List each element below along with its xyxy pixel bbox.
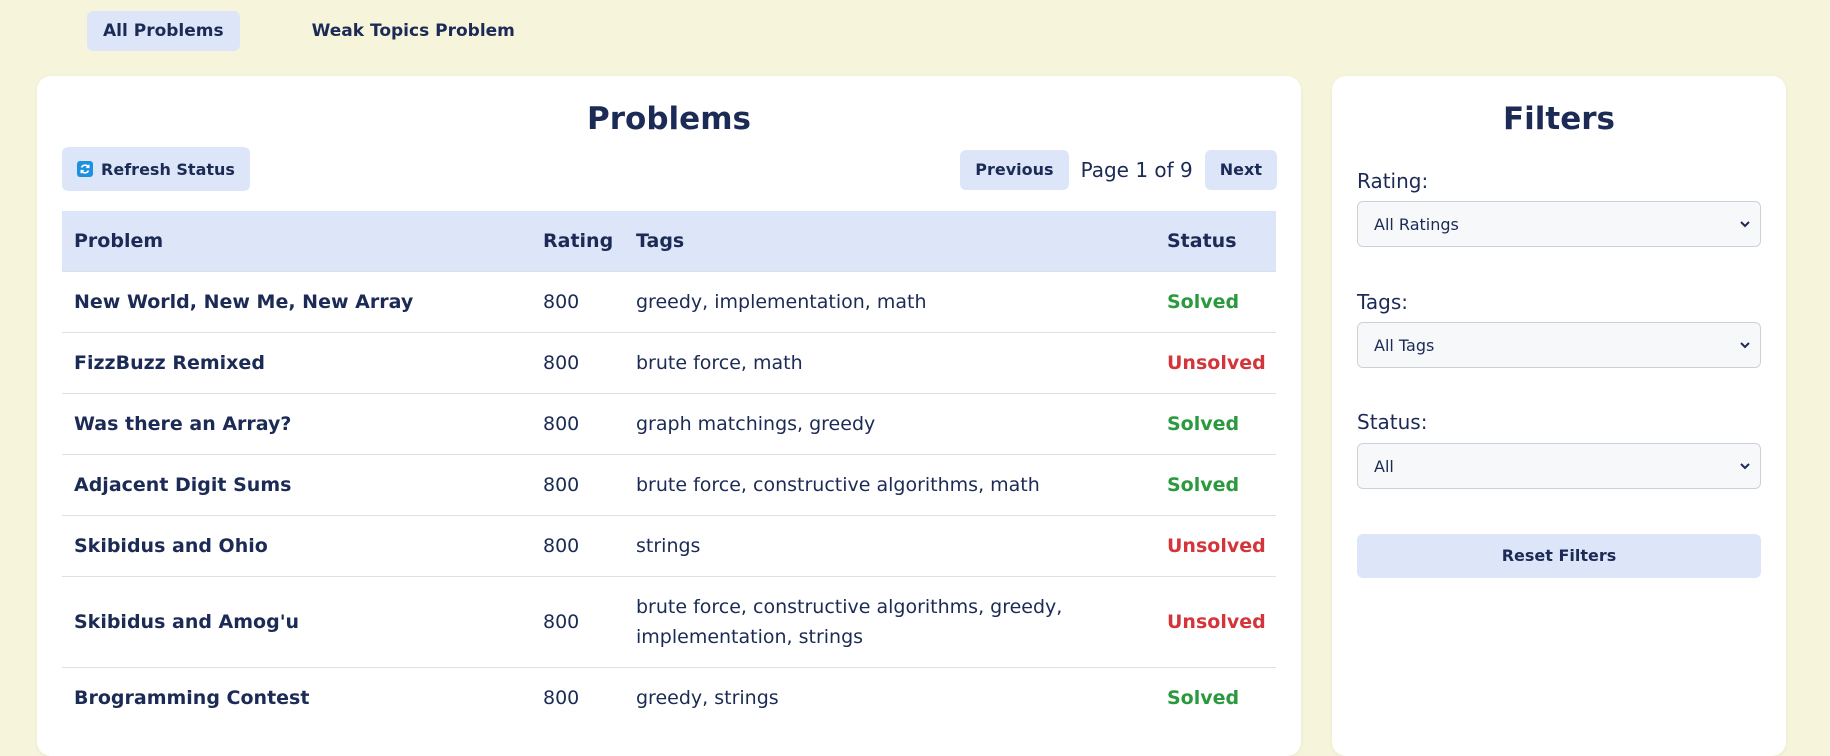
refresh-status-button[interactable]: Refresh Status (62, 147, 250, 191)
filters-panel: Filters Rating: All Ratings Tags: All Ta… (1332, 76, 1786, 756)
status-unsolved: Unsolved (1155, 576, 1276, 668)
problems-title: Problems (587, 101, 751, 137)
refresh-icon (77, 161, 94, 177)
table-row[interactable]: FizzBuzz Remixed 800 brute force, math U… (62, 332, 1276, 394)
table-row[interactable]: New World, New Me, New Array 800 greedy,… (62, 271, 1276, 333)
table-row[interactable]: Brogramming Contest 800 greedy, strings … (62, 667, 1276, 728)
tags-filter-label: Tags: (1357, 290, 1409, 314)
column-header-tags: Tags (624, 211, 1155, 272)
column-header-problem: Problem (62, 211, 531, 272)
status-filter-label: Status: (1357, 410, 1428, 434)
rating-select-value: All Ratings (1374, 214, 1459, 234)
problem-name-link[interactable]: FizzBuzz Remixed (62, 332, 531, 394)
table-row[interactable]: Skibidus and Amog'u 800 brute force, con… (62, 576, 1276, 668)
filters-title: Filters (1502, 101, 1615, 137)
problem-rating: 800 (531, 454, 624, 516)
tab-all-problems[interactable]: All Problems (87, 11, 240, 51)
pagination: Previous Page 1 of 9 Next (960, 150, 1277, 190)
problems-panel: Problems Refresh Status Previous Page 1 … (37, 76, 1301, 756)
column-header-rating: Rating (531, 211, 624, 272)
table-row[interactable]: Was there an Array? 800 graph matchings,… (62, 393, 1276, 455)
problem-tags: greedy, strings (624, 667, 1155, 728)
status-select[interactable]: All (1357, 443, 1761, 489)
refresh-status-label: Refresh Status (101, 159, 235, 179)
problem-tags: greedy, implementation, math (624, 271, 1155, 333)
problem-tags: graph matchings, greedy (624, 393, 1155, 455)
problem-rating: 800 (531, 332, 624, 394)
rating-filter-label: Rating: (1357, 169, 1429, 193)
top-nav: All Problems Weak Topics Problem (87, 11, 531, 51)
problem-name-link[interactable]: Brogramming Contest (62, 667, 531, 728)
column-header-status: Status (1155, 211, 1276, 272)
problem-tags: strings (624, 515, 1155, 577)
next-page-button[interactable]: Next (1204, 150, 1277, 190)
table-header-row: Problem Rating Tags Status (62, 211, 1276, 272)
problem-name-link[interactable]: Skibidus and Amog'u (62, 576, 531, 668)
page-indicator: Page 1 of 9 (1080, 158, 1193, 182)
chevron-down-icon (1740, 221, 1750, 228)
chevron-down-icon (1740, 342, 1750, 349)
problem-rating: 800 (531, 576, 624, 668)
problem-rating: 800 (531, 393, 624, 455)
previous-page-button[interactable]: Previous (960, 150, 1069, 190)
problem-name-link[interactable]: Skibidus and Ohio (62, 515, 531, 577)
status-solved: Solved (1155, 393, 1276, 455)
problem-tags: brute force, constructive algorithms, ma… (624, 454, 1155, 516)
status-select-value: All (1374, 456, 1394, 476)
table-row[interactable]: Skibidus and Ohio 800 strings Unsolved (62, 515, 1276, 577)
status-solved: Solved (1155, 667, 1276, 728)
rating-select[interactable]: All Ratings (1357, 201, 1761, 247)
table-row[interactable]: Adjacent Digit Sums 800 brute force, con… (62, 454, 1276, 516)
status-unsolved: Unsolved (1155, 515, 1276, 577)
problems-table: Problem Rating Tags Status New World, Ne… (62, 211, 1276, 728)
problem-tags: brute force, math (624, 332, 1155, 394)
reset-filters-button[interactable]: Reset Filters (1357, 534, 1761, 578)
tags-select[interactable]: All Tags (1357, 322, 1761, 368)
problem-name-link[interactable]: New World, New Me, New Array (62, 271, 531, 333)
problem-rating: 800 (531, 515, 624, 577)
problem-name-link[interactable]: Was there an Array? (62, 393, 531, 455)
problem-rating: 800 (531, 271, 624, 333)
status-solved: Solved (1155, 454, 1276, 516)
status-unsolved: Unsolved (1155, 332, 1276, 394)
tab-weak-topics-problem[interactable]: Weak Topics Problem (296, 11, 531, 51)
problem-name-link[interactable]: Adjacent Digit Sums (62, 454, 531, 516)
problem-tags: brute force, constructive algorithms, gr… (624, 576, 1155, 668)
status-solved: Solved (1155, 271, 1276, 333)
tags-select-value: All Tags (1374, 335, 1435, 355)
problem-rating: 800 (531, 667, 624, 728)
chevron-down-icon (1740, 463, 1750, 470)
